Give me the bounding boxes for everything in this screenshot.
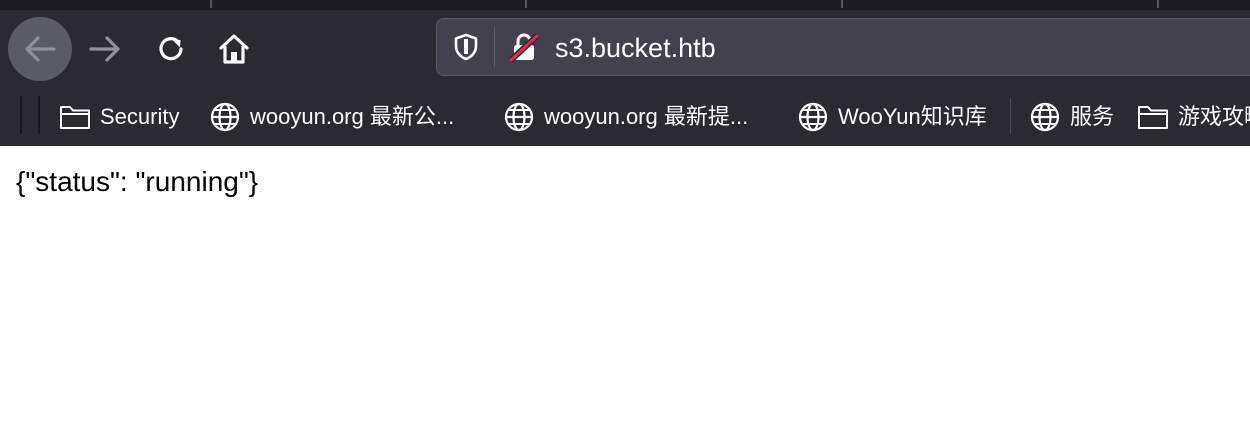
tracking-protection-button[interactable] [451, 32, 481, 62]
navigation-toolbar: s3.bucket.htb [0, 10, 1250, 88]
globe-icon [796, 102, 830, 132]
address-bar-divider [494, 27, 495, 67]
reload-icon [159, 37, 183, 61]
globe-icon [502, 102, 536, 132]
bookmark-separator [1010, 98, 1011, 134]
bookmark-label: 服务 [1070, 104, 1115, 129]
address-bar[interactable]: s3.bucket.htb [436, 18, 1250, 76]
bookmark-wooyun-knowledge-base[interactable]: WooYun知识库 [796, 88, 987, 146]
insecure-lock-icon [508, 33, 540, 63]
globe-icon [1028, 102, 1062, 132]
toolbar-divider [20, 96, 22, 134]
bookmark-wooyun-latest-submitted[interactable]: wooyun.org 最新提... [502, 88, 748, 146]
tab-separator [525, 0, 527, 8]
back-button[interactable] [8, 17, 72, 81]
url-text[interactable]: s3.bucket.htb [555, 33, 716, 63]
tab-separator [841, 0, 843, 8]
json-response-text: {"status": "running"} [16, 166, 259, 197]
back-arrow-icon [25, 36, 56, 62]
forward-button[interactable] [84, 29, 126, 69]
home-button[interactable] [212, 29, 256, 69]
bookmark-label: WooYun知识库 [838, 104, 987, 129]
bookmark-game-guides[interactable]: 游戏攻略 [1136, 88, 1250, 146]
folder-icon [58, 102, 92, 132]
bookmark-label: Security [100, 104, 180, 129]
bookmark-wooyun-latest-public[interactable]: wooyun.org 最新公... [208, 88, 454, 146]
site-security-button[interactable] [507, 30, 541, 64]
shield-icon [454, 33, 478, 61]
bookmarks-toolbar: Security wooyun.org 最新公... wooyun.org 最新… [0, 88, 1250, 146]
tab-separator [210, 0, 212, 8]
bookmark-label: wooyun.org 最新提... [544, 104, 749, 129]
forward-arrow-icon [89, 36, 120, 62]
tab-strip [0, 0, 1250, 10]
bookmark-label: 游戏攻略 [1178, 104, 1250, 129]
page-content: {"status": "running"} [0, 146, 1250, 432]
reload-button[interactable] [150, 29, 192, 69]
tab-separator [1157, 0, 1159, 8]
globe-icon [208, 102, 242, 132]
bookmark-label: wooyun.org 最新公... [250, 104, 455, 129]
bookmark-services[interactable]: 服务 [1028, 88, 1114, 146]
bookmark-security[interactable]: Security [58, 88, 179, 146]
browser-chrome: s3.bucket.htb Security wooyun.org 最新公...… [0, 0, 1250, 146]
folder-icon [1136, 102, 1170, 132]
toolbar-divider [38, 96, 40, 134]
home-icon [219, 34, 249, 64]
